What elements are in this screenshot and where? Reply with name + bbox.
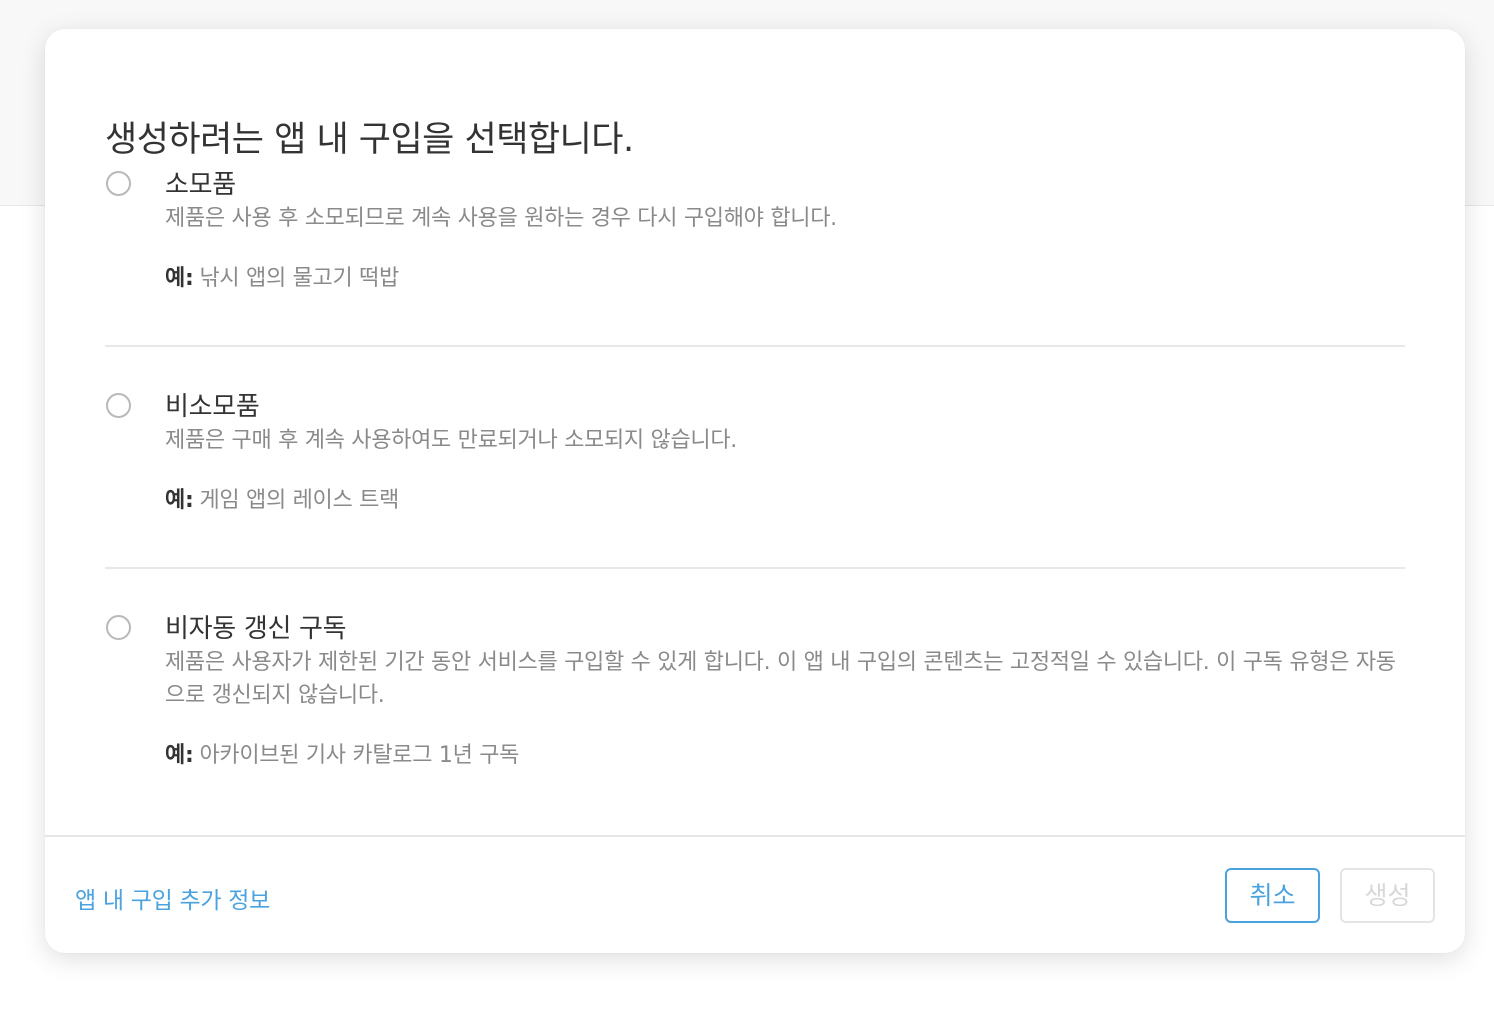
option-example: 예: 게임 앱의 레이스 트랙 — [165, 486, 1407, 516]
radio-non-consumable[interactable] — [106, 393, 131, 418]
radio-non-renewing-subscription[interactable] — [106, 615, 131, 640]
option-non-renewing-subscription-text: 비자동 갱신 구독 제품은 사용자가 제한된 기간 동안 서비스를 구입할 수 … — [165, 614, 1407, 771]
cancel-button[interactable]: 취소 — [1225, 868, 1320, 923]
option-description: 제품은 사용 후 소모되므로 계속 사용을 원하는 경우 다시 구입해야 합니다… — [165, 206, 837, 231]
dialog-footer: 앱 내 구입 추가 정보 취소 생성 — [45, 835, 1465, 953]
learn-more-link[interactable]: 앱 내 구입 추가 정보 — [75, 881, 270, 915]
option-example: 예: 낚시 앱의 물고기 떡밥 — [165, 264, 1407, 294]
example-text: 낚시 앱의 물고기 떡밥 — [199, 266, 399, 291]
divider — [105, 567, 1405, 569]
option-title: 소모품 — [165, 170, 236, 200]
radio-consumable[interactable] — [106, 171, 131, 196]
example-label: 예: — [165, 743, 194, 768]
example-text: 아카이브된 기사 카탈로그 1년 구독 — [199, 743, 520, 768]
create-in-app-purchase-dialog: 생성하려는 앱 내 구입을 선택합니다. 소모품 제품은 사용 후 소모되므로 … — [45, 29, 1465, 953]
option-example: 예: 아카이브된 기사 카탈로그 1년 구독 — [165, 741, 1407, 771]
option-description: 제품은 사용자가 제한된 기간 동안 서비스를 구입할 수 있게 합니다. 이 … — [165, 650, 1396, 708]
option-title: 비소모품 — [165, 392, 260, 422]
dialog-title: 생성하려는 앱 내 구입을 선택합니다. — [105, 120, 634, 160]
example-label: 예: — [165, 488, 194, 513]
example-label: 예: — [165, 266, 194, 291]
divider — [105, 345, 1405, 347]
option-description: 제품은 구매 후 계속 사용하여도 만료되거나 소모되지 않습니다. — [165, 428, 737, 453]
option-non-consumable-text: 비소모품 제품은 구매 후 계속 사용하여도 만료되거나 소모되지 않습니다. … — [165, 392, 1407, 516]
example-text: 게임 앱의 레이스 트랙 — [199, 488, 399, 513]
create-button[interactable]: 생성 — [1340, 868, 1435, 923]
option-title: 비자동 갱신 구독 — [165, 614, 347, 644]
option-consumable-text: 소모품 제품은 사용 후 소모되므로 계속 사용을 원하는 경우 다시 구입해야… — [165, 170, 1407, 294]
